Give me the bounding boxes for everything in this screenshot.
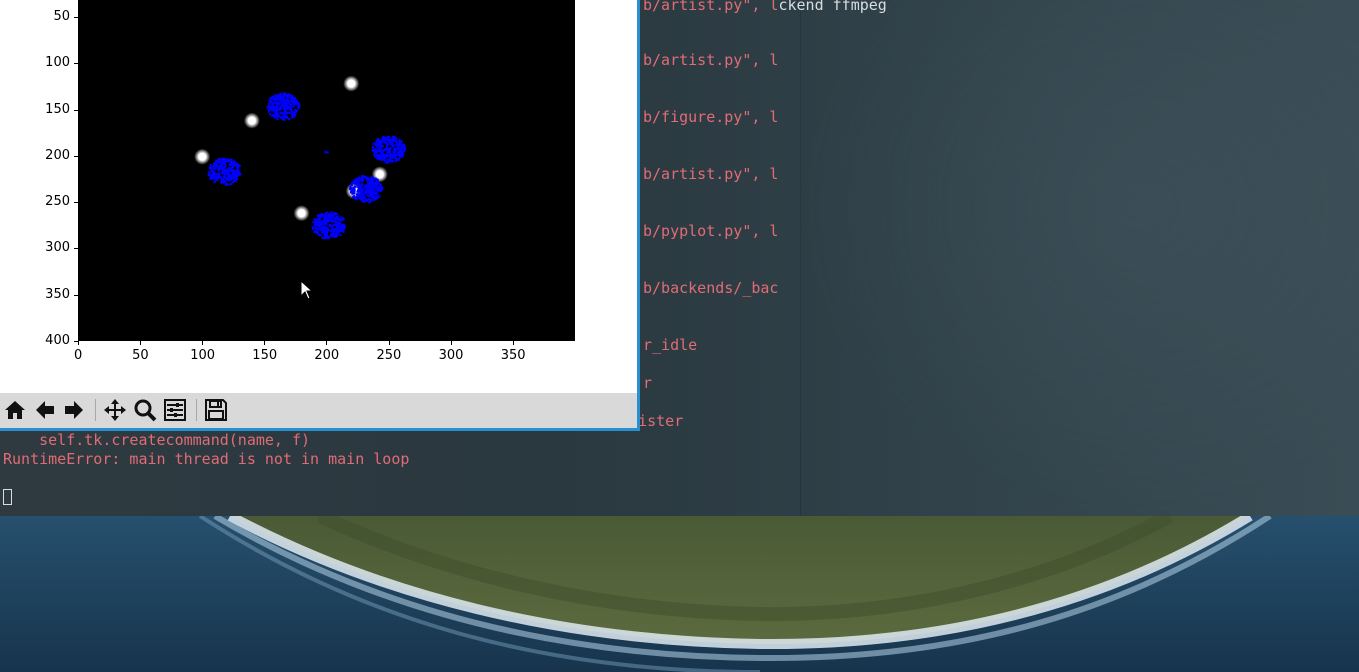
x-tick-label: 50 [132,348,149,363]
ocean-reef-image [0,516,1359,672]
x-tick-mark [326,341,328,345]
zoom-icon [134,399,157,422]
y-tick-mark [74,109,78,111]
y-tick-label: 50 [53,8,70,24]
configure-subplots-button[interactable] [162,397,188,423]
save-icon [205,399,227,421]
terminal-line: b/figure.py", l [643,108,779,126]
terminal-line: r_idle [643,336,698,354]
blue-cluster [311,211,346,240]
toolbar-separator [95,399,96,421]
x-tick-mark [264,341,266,345]
terminal-error-line: RuntimeError: main thread is not in main… [3,450,410,468]
pan-icon [104,399,126,421]
x-tick-label: 150 [252,348,278,363]
forward-button[interactable] [61,397,87,423]
desktop-wallpaper [0,516,1359,672]
y-tick-label: 300 [45,240,70,256]
white-point [343,75,360,92]
y-tick-label: 100 [45,55,70,71]
save-button[interactable] [203,397,229,423]
terminal-line: r [643,374,653,392]
y-tick-mark [74,202,78,204]
x-tick-label: 300 [438,348,464,363]
blue-cluster [324,151,329,154]
x-tick-mark [202,341,204,345]
y-tick-mark [74,294,78,296]
x-tick-label: 0 [74,348,83,363]
plot-axes[interactable] [78,0,575,341]
x-tick-mark [78,341,79,345]
blue-cluster [371,135,407,164]
y-tick-label: 400 [45,333,70,348]
y-tick-mark [74,248,78,250]
terminal-line: b/artist.py", l [643,165,779,183]
y-tick-mark [74,16,78,18]
pan-button[interactable] [102,397,128,423]
y-tick-label: 350 [45,286,70,302]
terminal-line: b/artist.py", lckend ffmpeg [643,0,887,14]
x-tick-label: 350 [500,348,526,363]
white-point [194,148,211,165]
x-tick-mark [512,341,514,345]
y-tick-mark [74,155,78,157]
terminal-line: b/pyplot.py", l [643,222,779,240]
back-arrow-icon [36,401,54,419]
matplotlib-figure-window[interactable]: 50 100 150 200 250 300 350 400 0 50 100 150 200 250 3… [0,0,640,431]
terminal-split-pane [800,0,1359,516]
blue-cluster [266,92,301,121]
configure-subplots-icon [164,399,186,421]
terminal-cursor [3,489,12,505]
terminal-line: b/backends/_bac [643,279,779,297]
home-button[interactable] [2,397,28,423]
blue-cluster [348,175,384,204]
y-tick-label: 250 [45,194,70,210]
plot-image [194,75,407,240]
forward-arrow-icon [65,401,83,419]
x-tick-label: 100 [190,348,216,363]
x-tick-label: 250 [376,348,402,363]
x-tick-label: 200 [314,348,340,363]
blue-cluster [207,157,242,186]
navigation-toolbar [0,393,637,428]
white-point [293,205,310,222]
x-tick-mark [388,341,390,345]
x-tick-mark [450,341,452,345]
y-tick-mark [74,63,78,65]
zoom-button[interactable] [132,397,158,423]
y-tick-label: 200 [45,147,70,163]
terminal-line: b/artist.py", l [643,51,779,69]
y-tick-label: 150 [45,101,70,117]
x-tick-mark [140,341,142,345]
home-icon [5,401,25,419]
terminal-traceback-line: self.tk.createcommand(name, f) [3,431,311,449]
toolbar-separator [196,399,197,421]
mouse-cursor-icon [300,280,314,300]
back-button[interactable] [32,397,58,423]
white-point [243,112,260,129]
